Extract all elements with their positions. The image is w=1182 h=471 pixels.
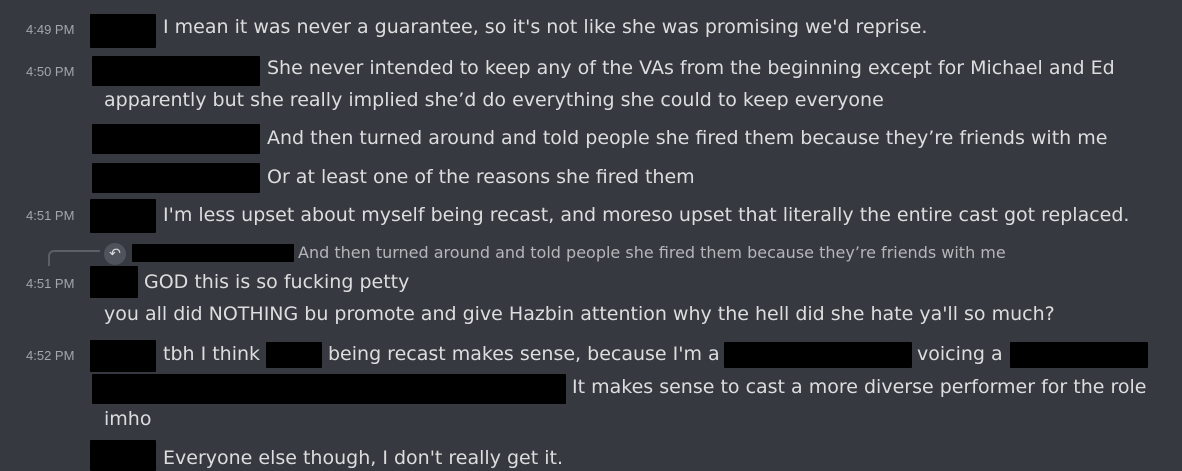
message-text-continued: It makes sense to cast a more diverse pe… (572, 376, 1147, 398)
message-text: I'm less upset about myself being recast… (163, 204, 1130, 226)
redacted-text (92, 374, 566, 404)
redacted-username (92, 124, 260, 154)
message-text: GOD this is so fucking petty (144, 271, 410, 293)
message-text: Or at least one of the reasons she fired… (267, 166, 695, 188)
redacted-username (92, 163, 260, 193)
message-text: I mean it was never a guarantee, so it's… (163, 16, 928, 38)
message-timestamp: 4:51 PM (26, 276, 75, 291)
redacted-username (92, 56, 260, 86)
message-timestamp: 4:50 PM (26, 64, 75, 79)
redacted-reply-author (132, 244, 294, 262)
message-timestamp: 4:51 PM (26, 208, 75, 223)
redacted-username (90, 440, 156, 471)
message-text: And then turned around and told people s… (267, 127, 1108, 149)
redacted-username (90, 266, 138, 298)
message-text: Everyone else though, I don't really get… (163, 447, 563, 469)
message-timestamp: 4:52 PM (26, 348, 75, 363)
redacted-username (90, 199, 156, 233)
reply-arrow-icon: ↶ (104, 243, 126, 265)
message-timestamp: 4:49 PM (26, 22, 75, 37)
message-text: tbh I think (163, 343, 261, 365)
reply-connector (48, 250, 100, 266)
redacted-username (90, 14, 156, 48)
redacted-username (90, 340, 156, 372)
message-text: being recast makes sense, because I'm a (328, 343, 720, 365)
message-text: She never intended to keep any of the VA… (267, 57, 1115, 79)
redacted-text (724, 342, 912, 368)
message-text-continued: apparently but she really implied she’d … (104, 89, 884, 111)
message-text: voicing a (917, 343, 1003, 365)
reply-preview-text[interactable]: And then turned around and told people s… (298, 243, 1006, 263)
redacted-text (266, 342, 322, 368)
message-text-continued: imho (104, 408, 152, 430)
redacted-text (1010, 342, 1148, 368)
message-text-continued: you all did NOTHING bu promote and give … (104, 303, 1055, 325)
